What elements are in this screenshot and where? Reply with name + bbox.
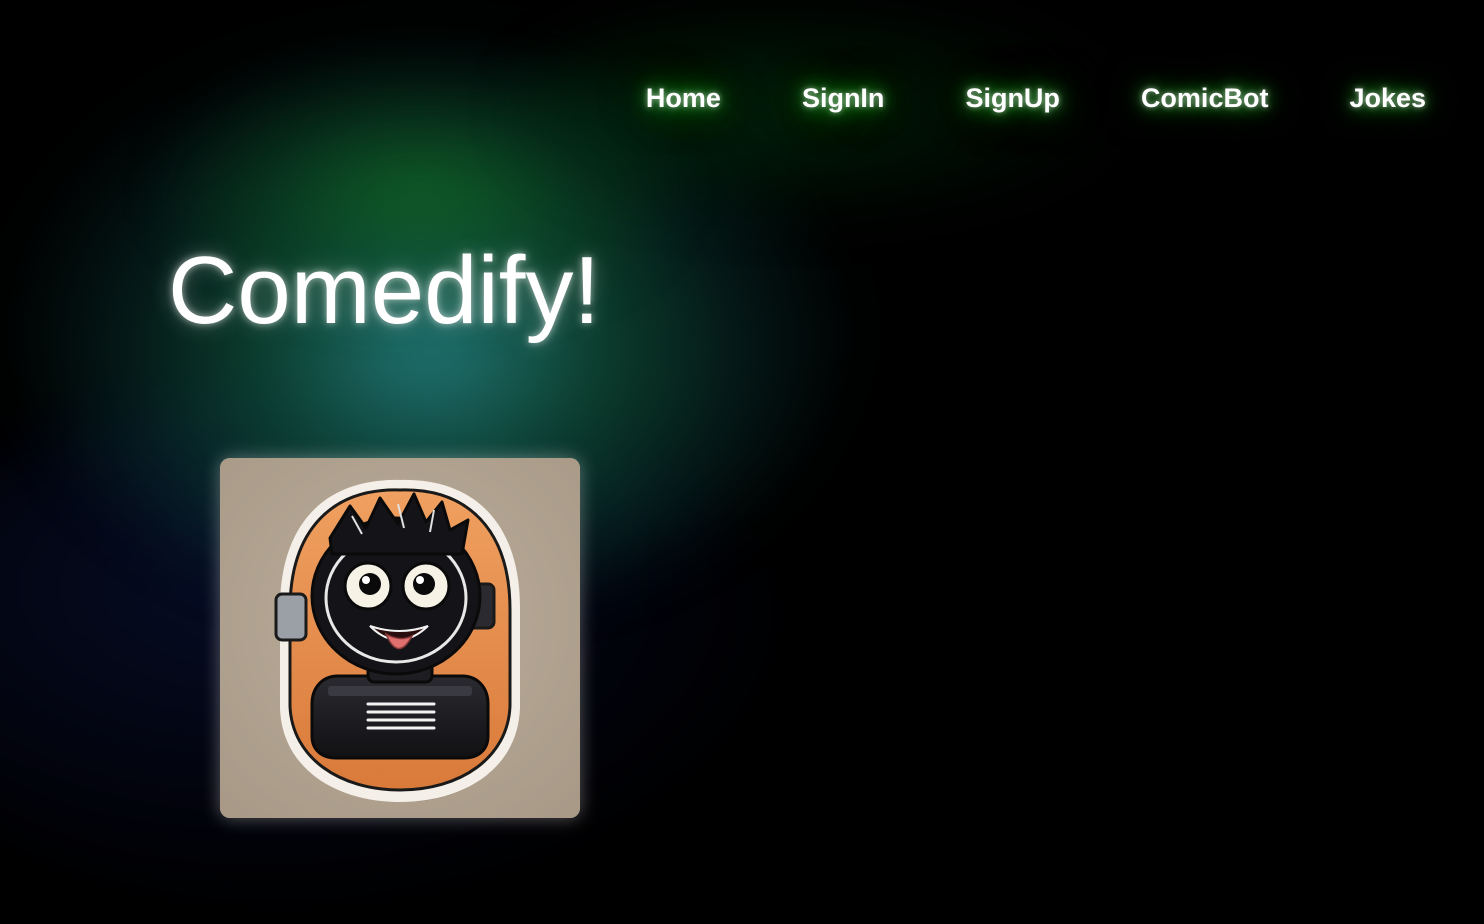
logo-card — [220, 458, 580, 818]
nav-signup-link[interactable]: SignUp — [947, 72, 1078, 124]
nav-comicbot-link[interactable]: ComicBot — [1123, 72, 1287, 124]
page-title: Comedify! — [168, 237, 601, 344]
nav-home-link[interactable]: Home — [628, 72, 739, 124]
robot-mascot-icon — [220, 458, 580, 818]
nav-signin-link[interactable]: SignIn — [784, 72, 903, 124]
page: Home SignIn SignUp ComicBot Jokes Comedi… — [0, 0, 1484, 924]
main-nav: Home SignIn SignUp ComicBot Jokes — [628, 72, 1444, 124]
nav-jokes-link[interactable]: Jokes — [1331, 72, 1444, 124]
